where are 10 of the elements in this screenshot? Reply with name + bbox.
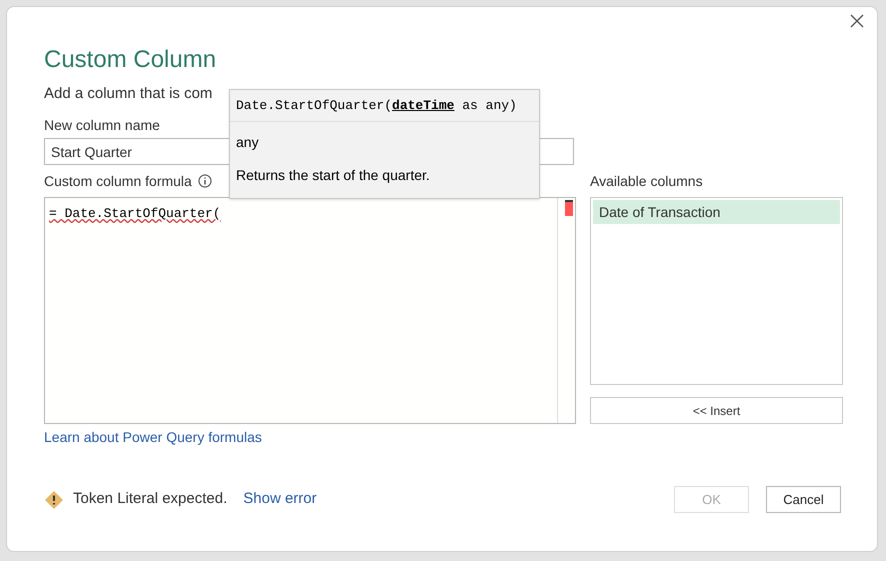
field-label: Custom column formula	[44, 172, 192, 190]
formula-text: = Date.StartOfQuarter(	[49, 206, 221, 221]
return-type: any	[235, 133, 260, 152]
dialog-title: Custom Column	[44, 45, 216, 75]
error-message: Token Literal expected.	[73, 489, 228, 510]
dialog-subtitle: Add a column that is com	[44, 84, 212, 104]
function-description: Returns the start of the quarter.	[235, 166, 431, 185]
function-signature: Date.StartOfQuarter(dateTime as any)	[230, 90, 539, 122]
field-label: Available columns	[590, 172, 703, 191]
field-label: New column name	[44, 116, 160, 134]
